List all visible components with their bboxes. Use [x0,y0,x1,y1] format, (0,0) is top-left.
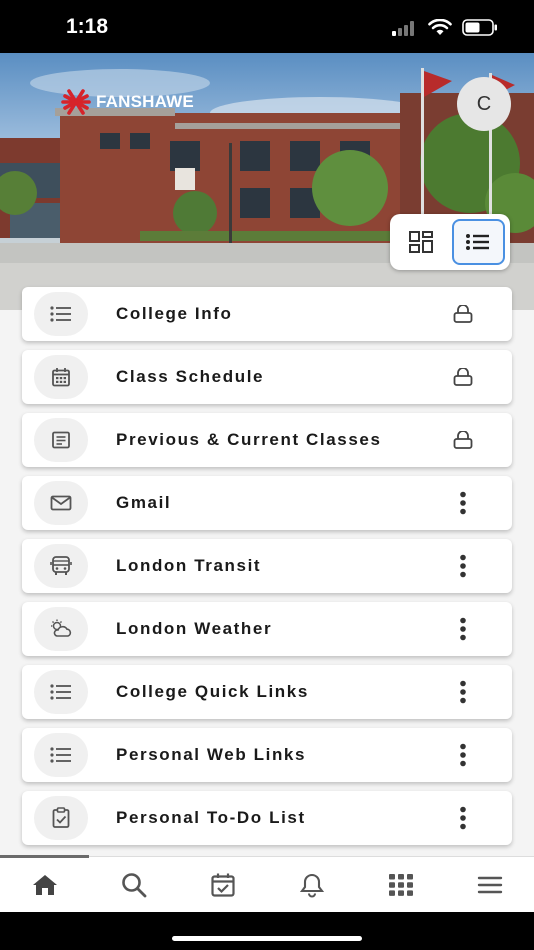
nav-calendar[interactable] [178,857,267,913]
clipboard-check-icon [52,807,70,828]
search-icon [121,873,146,898]
nav-home[interactable] [0,857,89,913]
grid-view-button[interactable] [395,219,448,265]
bell-icon [299,873,324,898]
more-vertical-icon [460,680,466,704]
card-college-info[interactable]: College Info [22,287,512,341]
hero-banner: FANSHAWE C [0,53,534,310]
card-icon-circle [34,418,88,462]
card-label: College Info [116,304,233,323]
card-lock [450,301,476,327]
list-icon [466,234,490,250]
nav-search[interactable] [89,857,178,913]
wifi-icon [428,19,452,35]
hamburger-menu-icon [477,876,502,894]
card-personal-web-links[interactable]: Personal Web Links [22,728,512,782]
more-vertical-icon [460,554,466,578]
status-bar: 1:18 [0,0,534,53]
battery-icon [462,19,497,36]
card-icon-circle [34,670,88,714]
card-previous-current-classes[interactable]: Previous & Current Classes [22,413,512,467]
card-more-button[interactable] [450,553,476,579]
apps-grid-icon [388,874,413,896]
view-mode-toggle [390,214,510,270]
document-icon [52,431,70,449]
more-vertical-icon [460,743,466,767]
card-icon-circle [34,544,88,588]
card-icon-circle [34,481,88,525]
envelope-icon [50,495,72,511]
signal-icon [392,20,414,36]
more-vertical-icon [460,617,466,641]
card-more-button[interactable] [450,616,476,642]
home-indicator-area [0,912,534,950]
calendar-icon [52,368,70,387]
bus-icon [50,556,72,575]
lock-icon [453,305,473,323]
card-icon-circle [34,355,88,399]
card-class-schedule[interactable]: Class Schedule [22,350,512,404]
home-indicator[interactable] [172,936,362,941]
card-lock [450,427,476,453]
home-icon [32,875,57,895]
nav-apps[interactable] [356,857,445,913]
card-label: Personal To-Do List [116,808,306,827]
grid-icon [409,231,434,253]
card-label: College Quick Links [116,682,309,701]
card-icon-circle [34,292,88,336]
card-icon-circle [34,796,88,840]
card-london-transit[interactable]: London Transit [22,539,512,593]
card-lock [450,364,476,390]
logo-mark-icon [61,89,91,115]
card-label: Gmail [116,493,172,512]
more-vertical-icon [460,491,466,515]
cloud-sun-icon [51,619,72,637]
nav-notifications[interactable] [267,857,356,913]
lock-icon [453,431,473,449]
card-label: Class Schedule [116,367,265,386]
more-vertical-icon [460,806,466,830]
card-label: London Weather [116,619,273,638]
status-time: 1:18 [66,15,109,38]
card-london-weather[interactable]: London Weather [22,602,512,656]
card-label: London Transit [116,556,262,575]
card-icon-circle [34,607,88,651]
logo-text: FANSHAWE [96,92,194,111]
user-avatar[interactable]: C [457,77,511,131]
card-personal-todo-list[interactable]: Personal To-Do List [22,791,512,845]
card-more-button[interactable] [450,490,476,516]
active-tab-indicator [0,855,89,858]
card-more-button[interactable] [450,742,476,768]
lock-icon [453,368,473,386]
card-label: Personal Web Links [116,745,307,764]
card-label: Previous & Current Classes [116,430,382,449]
card-icon-circle [34,733,88,777]
card-gmail[interactable]: Gmail [22,476,512,530]
calendar-check-icon [210,873,235,897]
card-more-button[interactable] [450,679,476,705]
list-icon [50,747,71,763]
status-icons [392,19,498,36]
bottom-nav [0,855,534,913]
list-icon [50,684,71,700]
fanshawe-logo: FANSHAWE [60,89,194,115]
card-college-quick-links[interactable]: College Quick Links [22,665,512,719]
list-view-button[interactable] [451,219,505,265]
card-more-button[interactable] [450,805,476,831]
list-icon [50,306,71,322]
nav-menu[interactable] [445,857,534,913]
